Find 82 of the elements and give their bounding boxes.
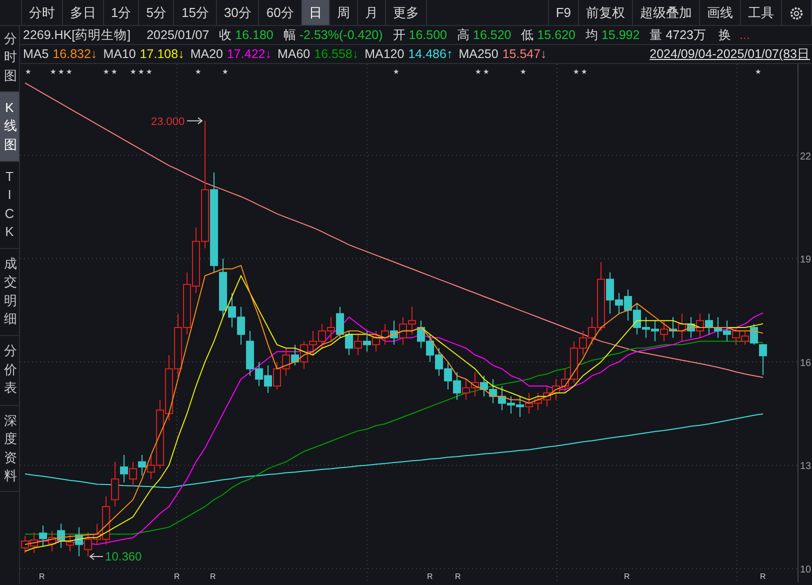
field-label: 换 xyxy=(718,28,732,42)
ma-label: MA5 xyxy=(23,46,49,63)
candlestick xyxy=(750,324,758,346)
field-value: 15.992 xyxy=(601,28,640,42)
quote-date: 2025/01/07 xyxy=(146,28,210,42)
r-mark: R xyxy=(760,572,766,581)
period-tab[interactable]: 5分 xyxy=(139,0,174,25)
toolbar-button[interactable]: 前复权 xyxy=(579,0,633,25)
arrow-icon xyxy=(186,117,203,124)
toolbar-button[interactable]: 超级叠加 xyxy=(633,0,700,25)
arrow-icon xyxy=(89,553,104,560)
date-range-link[interactable]: 2024/09/04-2025/01/07(83日 xyxy=(650,45,810,63)
r-mark: R xyxy=(455,572,461,581)
candlestick xyxy=(66,534,74,552)
side-tab[interactable]: TICK xyxy=(0,162,19,249)
field-label: 收 xyxy=(219,28,232,42)
candlestick xyxy=(111,461,120,508)
period-tab[interactable]: 周 xyxy=(330,0,358,25)
field-label: 幅 xyxy=(283,28,296,42)
side-tab[interactable]: 深度资料 xyxy=(0,406,19,492)
axis-label: 13 xyxy=(800,461,812,472)
more-indicator: ... xyxy=(740,28,750,42)
stock-name: 2269.HK[药明生物] xyxy=(23,28,131,42)
ma-value: 15.547↓ xyxy=(502,46,547,63)
field-label: 低 xyxy=(521,28,534,42)
ma-label: MA10 xyxy=(103,46,136,63)
side-tab[interactable]: 分价表 xyxy=(0,336,19,406)
side-tab[interactable]: K线图 xyxy=(0,92,19,162)
candlestick xyxy=(39,525,48,547)
period-tab[interactable]: 30分 xyxy=(216,0,260,25)
ma-value: 17.422↓ xyxy=(226,46,272,63)
field-label: 开 xyxy=(392,28,406,42)
axis-label: 10 xyxy=(800,564,812,576)
candlestick xyxy=(696,313,704,338)
candlestick xyxy=(363,330,372,352)
field-label: 均 xyxy=(585,28,598,42)
field-label: 量 xyxy=(650,28,663,42)
ma-value: 16.832↓ xyxy=(52,46,98,63)
period-tab[interactable]: 更多 xyxy=(386,0,427,25)
r-mark: R xyxy=(624,572,630,581)
candlestick xyxy=(138,454,146,476)
ma-label: MA120 xyxy=(364,46,404,63)
candlestick xyxy=(57,523,66,548)
side-tab[interactable]: 成交明细 xyxy=(0,248,19,336)
candlestick xyxy=(129,461,138,486)
ma-value: 17.108↓ xyxy=(140,46,184,63)
field-value: 16.500 xyxy=(408,28,447,42)
ma-label: MA20 xyxy=(190,46,223,63)
r-mark: R xyxy=(174,572,180,581)
ma-value: 16.558↓ xyxy=(314,46,359,63)
field-label: 高 xyxy=(457,28,470,42)
axis-label: 22 xyxy=(800,151,812,162)
r-mark: R xyxy=(39,572,45,581)
candlestick xyxy=(354,334,362,356)
toolbar-button[interactable]: 画线 xyxy=(700,0,741,25)
axis-label: 16 xyxy=(800,358,812,369)
field-value: 16.520 xyxy=(473,28,512,42)
period-tab[interactable]: 1分 xyxy=(104,0,140,25)
high-price-label: 23.000 xyxy=(151,116,185,128)
candlestick xyxy=(660,320,668,342)
low-price-label: 10.360 xyxy=(105,550,142,564)
toolbar-button[interactable]: 工具 xyxy=(741,0,782,25)
candlestick xyxy=(291,344,300,366)
field-value: 16.180 xyxy=(235,28,274,42)
period-tab[interactable]: 日 xyxy=(302,0,330,25)
period-tab[interactable]: 月 xyxy=(358,0,386,25)
candlestick xyxy=(120,454,128,483)
period-tab[interactable]: 分时 xyxy=(22,0,63,25)
ma-label: MA60 xyxy=(277,46,310,63)
period-tab[interactable]: 15分 xyxy=(174,0,217,25)
ma-value: 14.486↑ xyxy=(408,46,453,63)
r-mark: R xyxy=(427,572,433,581)
field-value: -2.53%(-0.420) xyxy=(299,28,383,42)
candlestick xyxy=(704,313,713,335)
field-value: 4723万 xyxy=(666,28,707,42)
toolbar-button[interactable]: F9 xyxy=(548,0,579,25)
axis-label: 19 xyxy=(800,254,812,266)
candlestick xyxy=(758,344,767,376)
field-value: 15.620 xyxy=(537,28,576,42)
r-mark: R xyxy=(210,572,216,581)
period-tab[interactable]: 多日 xyxy=(63,0,104,25)
ma-label: MA250 xyxy=(458,46,498,63)
